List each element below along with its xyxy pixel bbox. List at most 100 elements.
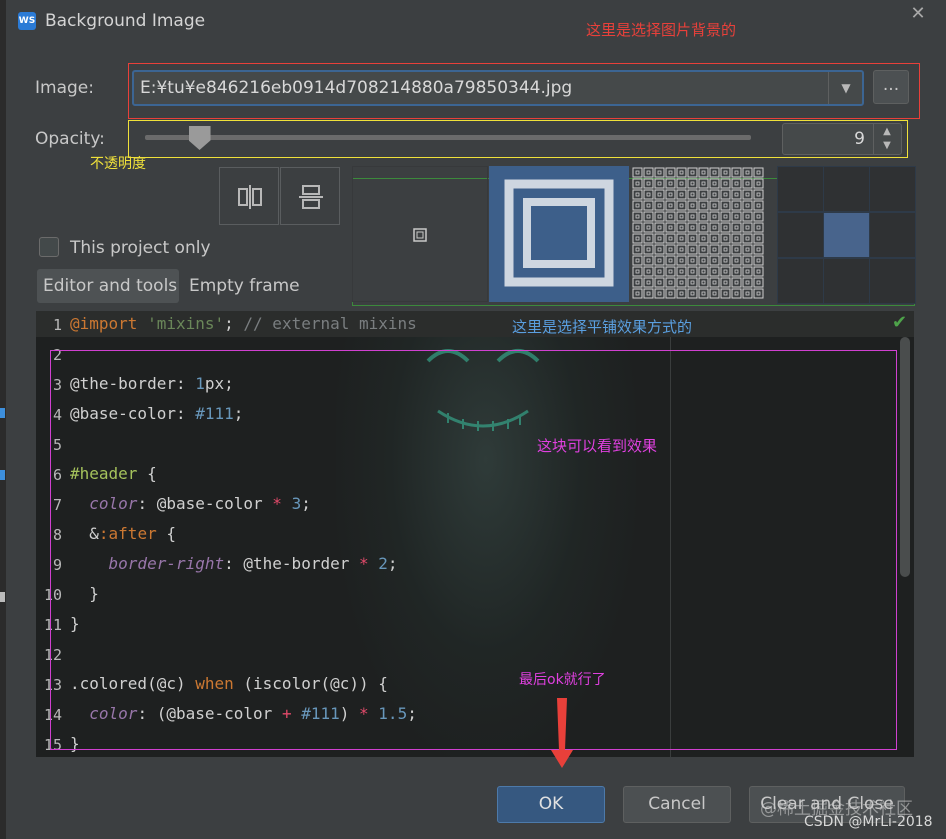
tile-inner-square (745, 247, 750, 252)
tile-square (654, 277, 665, 288)
tile-inner-square (690, 192, 695, 197)
tile-square (698, 277, 709, 288)
tile-inner-square (635, 192, 640, 197)
opacity-spinner[interactable]: 9 ▲ ▼ (782, 123, 902, 155)
tile-inner-square (712, 236, 717, 241)
tile-square (665, 266, 676, 277)
image-path-combo[interactable]: E:¥tu¥e846216eb0914d708214880a79850344.j… (132, 70, 864, 106)
tile-square (753, 277, 764, 288)
tile-square (698, 266, 709, 277)
align-vertical-center-button[interactable] (280, 167, 340, 225)
tile-square (632, 288, 643, 299)
tile-square (720, 288, 731, 299)
tile-inner-square (712, 269, 717, 274)
tile-square (665, 178, 676, 189)
tile-inner-square (723, 214, 728, 219)
grid-cell[interactable] (823, 258, 870, 304)
fill-mode-center-option[interactable] (352, 166, 488, 302)
tile-square (720, 178, 731, 189)
tile-inner-square (734, 203, 739, 208)
tab-empty-frame[interactable]: Empty frame (182, 269, 302, 303)
tile-inner-square (668, 258, 673, 263)
tile-square (698, 288, 709, 299)
tile-square (753, 288, 764, 299)
grid-cell[interactable] (823, 166, 870, 212)
tile-square (709, 255, 720, 266)
tile-inner-square (712, 247, 717, 252)
tile-square (643, 266, 654, 277)
tile-square (753, 200, 764, 211)
cancel-button[interactable]: Cancel (623, 786, 731, 823)
fill-mode-tile-option[interactable] (631, 166, 767, 302)
tile-square (753, 266, 764, 277)
tile-inner-square (668, 192, 673, 197)
grid-cell[interactable] (869, 212, 916, 258)
this-project-only-label: This project only (70, 238, 211, 258)
tile-inner-square (734, 236, 739, 241)
tile-square (731, 222, 742, 233)
tile-square (632, 189, 643, 200)
tile-inner-square (723, 181, 728, 186)
tile-square (643, 189, 654, 200)
tile-inner-square (712, 203, 717, 208)
tile-inner-square (690, 203, 695, 208)
grid-cell[interactable] (869, 258, 916, 304)
tab-editor-and-tools[interactable]: Editor and tools (37, 269, 179, 303)
opacity-value[interactable]: 9 (843, 129, 865, 149)
grid-cell-selected[interactable] (823, 212, 870, 258)
tile-inner-square (679, 203, 684, 208)
image-path-input[interactable]: E:¥tu¥e846216eb0914d708214880a79850344.j… (140, 78, 572, 98)
tile-inner-square (657, 258, 662, 263)
tile-inner-square (690, 170, 695, 175)
align-horizontal-center-button[interactable] (219, 167, 279, 225)
tile-inner-square (723, 192, 728, 197)
tile-square (654, 244, 665, 255)
tile-square (753, 222, 764, 233)
grid-cell[interactable] (869, 166, 916, 212)
tile-inner-square (734, 269, 739, 274)
grid-cell[interactable] (777, 258, 824, 304)
scale-fill-icon (504, 179, 614, 287)
tile-inner-square (635, 214, 640, 219)
tile-square (654, 189, 665, 200)
spinner-up-icon[interactable]: ▲ (879, 126, 895, 138)
tile-inner-square (734, 258, 739, 263)
tile-square (687, 255, 698, 266)
strip-marker (0, 592, 5, 602)
scrollbar-thumb[interactable] (900, 337, 910, 577)
tile-inner-square (657, 225, 662, 230)
tile-inner-square (646, 170, 651, 175)
fill-mode-grid-option[interactable] (777, 166, 916, 304)
tile-inner-square (635, 258, 640, 263)
tile-square (632, 277, 643, 288)
ok-button[interactable]: OK (497, 786, 605, 823)
tile-inner-square (635, 181, 640, 186)
tile-square (698, 255, 709, 266)
tile-inner-square (701, 181, 706, 186)
tile-square (643, 178, 654, 189)
spinner-down-icon[interactable]: ▼ (879, 140, 895, 152)
tile-square (643, 211, 654, 222)
browse-button[interactable]: ... (873, 70, 909, 104)
this-project-only-checkbox[interactable] (39, 237, 59, 257)
tile-inner-square (756, 258, 761, 263)
tile-inner-square (657, 280, 662, 285)
opacity-slider-track[interactable] (145, 135, 751, 140)
tile-inner-square (734, 280, 739, 285)
tile-inner-square (679, 214, 684, 219)
chevron-down-icon[interactable]: ▼ (834, 78, 858, 98)
grid-cell[interactable] (777, 212, 824, 258)
tile-square (676, 189, 687, 200)
tab-empty-frame-label: Empty frame (189, 276, 300, 296)
tile-inner-square (723, 269, 728, 274)
tile-inner-square (701, 258, 706, 263)
tile-inner-square (668, 269, 673, 274)
tile-square (687, 244, 698, 255)
tile-square (742, 233, 753, 244)
grid-cell[interactable] (777, 166, 824, 212)
fill-mode-scale-option[interactable] (489, 166, 629, 302)
close-icon[interactable]: ✕ (908, 4, 928, 24)
tile-inner-square (745, 192, 750, 197)
tile-square (742, 211, 753, 222)
tile-inner-square (646, 214, 651, 219)
